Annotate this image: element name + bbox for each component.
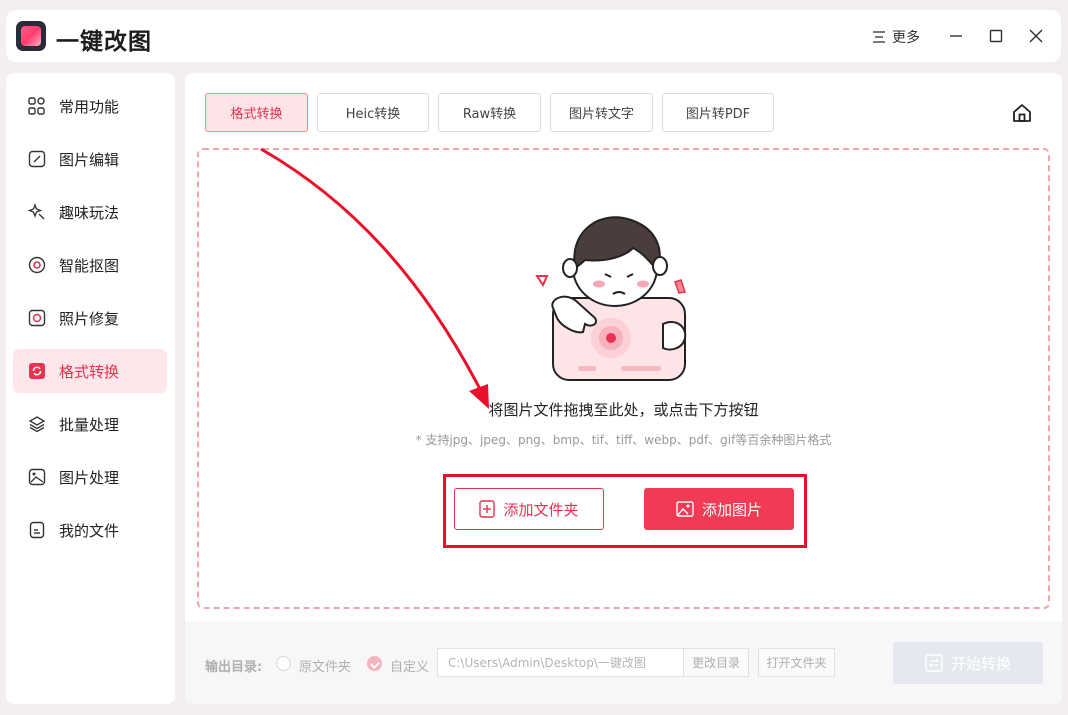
- convert-icon: [27, 361, 47, 381]
- image-icon: [27, 467, 47, 487]
- minimize-icon: [950, 35, 962, 37]
- app-title: 一键改图: [56, 29, 152, 55]
- maximize-button[interactable]: [985, 25, 1007, 47]
- sidebar-item-label: 智能抠图: [59, 256, 120, 275]
- sidebar-item-batch[interactable]: 批量处理: [13, 402, 167, 446]
- home-icon[interactable]: [1011, 102, 1033, 124]
- radio-custom-label: 自定义: [390, 660, 430, 675]
- output-footer: 输出目录: 原文件夹 自定义 C:\Users\Admin\Desktop\一键…: [185, 621, 1062, 704]
- start-convert-label: 开始转换: [950, 654, 1011, 673]
- radio-custom[interactable]: [367, 656, 382, 671]
- add-folder-button[interactable]: 添加文件夹: [454, 488, 604, 530]
- convert-icon: [925, 654, 943, 672]
- sidebar-item-repair[interactable]: 照片修复: [13, 296, 167, 340]
- radio-original-label: 原文件夹: [299, 660, 352, 675]
- app-logo-icon: [16, 21, 46, 51]
- sidebar-item-label: 常用功能: [59, 97, 120, 116]
- sidebar-item-my-files[interactable]: 我的文件: [13, 508, 167, 552]
- title-bar: 一键改图 更多: [6, 10, 1061, 62]
- magic-icon: [27, 202, 47, 222]
- sidebar-item-label: 格式转换: [59, 362, 120, 381]
- image-icon: [676, 501, 694, 517]
- drop-instruction: 将图片文件拖拽至此处，或点击下方按钮: [488, 401, 759, 419]
- radio-original-folder[interactable]: [276, 656, 291, 671]
- sidebar-item-convert[interactable]: 格式转换: [13, 349, 167, 393]
- more-label: 更多: [892, 30, 920, 46]
- sidebar-item-label: 批量处理: [59, 415, 120, 434]
- sidebar: 常用功能 图片编辑 趣味玩法 智能抠图 照片修复 格式转换 批量处理 图片处理 …: [6, 73, 175, 704]
- tab-format-convert[interactable]: 格式转换: [205, 93, 308, 132]
- tab-image-to-text[interactable]: 图片转文字: [550, 93, 653, 132]
- kid-illustration: [535, 216, 687, 381]
- supported-formats-hint: * 支持jpg、jpeg、png、bmp、tif、tiff、webp、pdf、g…: [415, 433, 832, 447]
- sidebar-item-label: 照片修复: [59, 309, 120, 328]
- tab-raw-convert[interactable]: Raw转换: [438, 93, 541, 132]
- sidebar-item-edit[interactable]: 图片编辑: [13, 137, 167, 181]
- menu-icon: [873, 31, 885, 43]
- more-menu-button[interactable]: 更多: [872, 26, 920, 48]
- open-folder-button[interactable]: 打开文件夹: [758, 648, 835, 677]
- close-icon: [1029, 29, 1043, 43]
- sidebar-item-common[interactable]: 常用功能: [13, 84, 167, 128]
- sidebar-item-label: 图片处理: [59, 468, 120, 487]
- close-button[interactable]: [1025, 25, 1047, 47]
- tab-heic-convert[interactable]: Heic转换: [317, 93, 429, 132]
- sidebar-item-label: 趣味玩法: [59, 203, 120, 222]
- sidebar-item-label: 图片编辑: [59, 150, 120, 169]
- add-image-label: 添加图片: [701, 500, 762, 519]
- grid-icon: [27, 96, 47, 116]
- sidebar-item-cutout[interactable]: 智能抠图: [13, 243, 167, 287]
- add-image-button[interactable]: 添加图片: [644, 488, 794, 530]
- layers-icon: [27, 414, 47, 434]
- minimize-button[interactable]: [945, 25, 967, 47]
- sidebar-item-label: 我的文件: [59, 521, 120, 540]
- sidebar-item-fun[interactable]: 趣味玩法: [13, 190, 167, 234]
- output-path-input[interactable]: C:\Users\Admin\Desktop\一键改图: [437, 648, 684, 677]
- tab-image-to-pdf[interactable]: 图片转PDF: [662, 93, 774, 132]
- output-dir-label: 输出目录:: [205, 660, 263, 675]
- maximize-icon: [989, 29, 1003, 43]
- edit-icon: [27, 149, 47, 169]
- change-dir-button[interactable]: 更改目录: [683, 648, 749, 677]
- add-file-icon: [479, 500, 496, 518]
- repair-icon: [27, 308, 47, 328]
- file-icon: [27, 520, 47, 540]
- start-convert-button[interactable]: 开始转换: [893, 642, 1043, 684]
- target-icon: [27, 255, 47, 275]
- main-panel: 格式转换 Heic转换 Raw转换 图片转文字 图片转PDF 将图片文件拖拽至此…: [185, 73, 1062, 704]
- sidebar-item-image-process[interactable]: 图片处理: [13, 455, 167, 499]
- add-folder-label: 添加文件夹: [503, 500, 579, 519]
